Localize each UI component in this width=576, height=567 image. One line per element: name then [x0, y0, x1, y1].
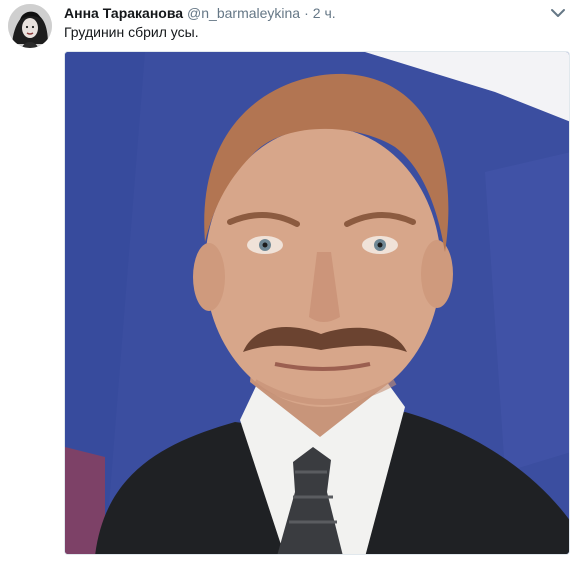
author-name[interactable]: Анна Тараканова — [64, 4, 183, 22]
tweet-header: Анна Тараканова @n_barmaleykina · 2 ч. — [64, 4, 546, 22]
separator-dot: · — [304, 5, 309, 21]
tweet-text: Грудинин сбрил усы. — [64, 24, 199, 40]
portrait-photo — [65, 52, 569, 554]
tweet-time[interactable]: 2 ч. — [313, 4, 336, 22]
avatar-photo-icon — [8, 4, 52, 48]
author-handle[interactable]: @n_barmaleykina — [187, 4, 300, 22]
tweet: Анна Тараканова @n_barmaleykina · 2 ч. Г… — [0, 0, 576, 567]
avatar[interactable] — [8, 4, 52, 48]
chevron-down-icon[interactable] — [550, 6, 566, 20]
tweet-media[interactable] — [64, 51, 570, 555]
